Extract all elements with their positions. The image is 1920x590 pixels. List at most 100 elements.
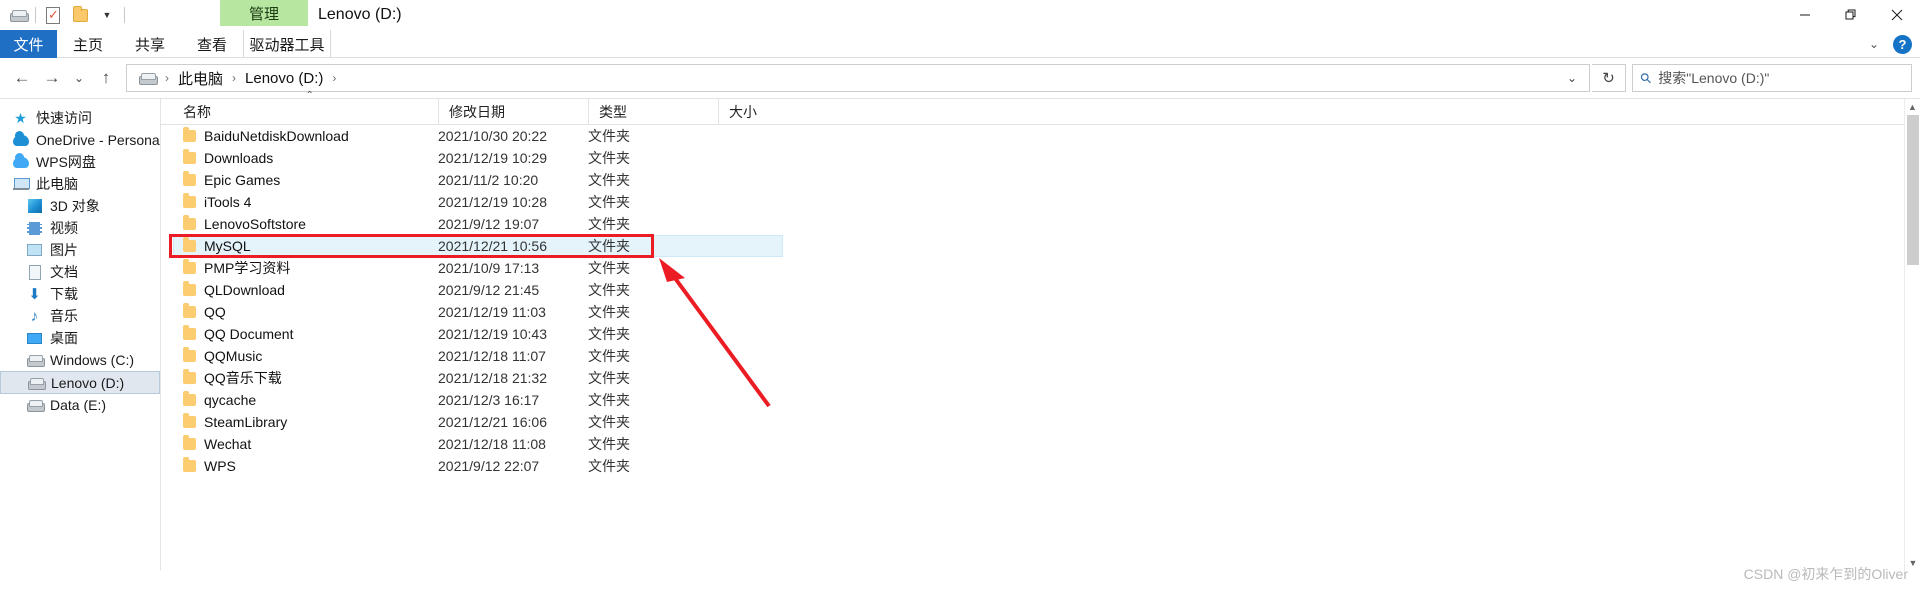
file-name-label: Wechat <box>204 436 252 452</box>
cell-type: 文件夹 <box>588 194 630 210</box>
table-row[interactable]: PMP学习资料 2021/10/9 17:13 文件夹 <box>161 257 1920 279</box>
cell-name[interactable]: PMP学习资料 <box>173 258 438 278</box>
sidebar-item-documents[interactable]: 文档 <box>0 261 160 283</box>
sidebar-item-lenovo-d[interactable]: Lenovo (D:) <box>0 371 160 394</box>
drive-icon[interactable] <box>8 5 29 25</box>
sidebar-item-onedrive[interactable]: OneDrive - Persona <box>0 129 160 151</box>
folder-icon <box>183 325 196 340</box>
cell-name[interactable]: SteamLibrary <box>173 413 438 430</box>
tab-file[interactable]: 文件 <box>0 30 57 58</box>
sidebar-item-music[interactable]: ♪ 音乐 <box>0 305 160 327</box>
cell-name[interactable]: Wechat <box>173 435 438 452</box>
cell-name[interactable]: WPS <box>173 457 438 474</box>
breadcrumb[interactable]: › 此电脑 › Lenovo (D:) › ⌄ <box>126 64 1590 92</box>
vertical-scrollbar[interactable]: ▲ ▼ <box>1904 99 1920 571</box>
sort-ascending-icon: ⌃ <box>305 89 314 101</box>
column-header-type[interactable]: 类型 <box>588 98 718 125</box>
cell-name[interactable]: LenovoSoftstore <box>173 215 438 232</box>
sidebar-item-wps-cloud[interactable]: WPS网盘 <box>0 151 160 173</box>
tab-drive-tools[interactable]: 驱动器工具 <box>243 30 332 58</box>
column-header-size[interactable]: 大小 <box>718 98 808 125</box>
sidebar-item-data-e[interactable]: Data (E:) <box>0 394 160 416</box>
cell-name[interactable]: MySQL <box>173 237 438 254</box>
sidebar-item-label: Lenovo (D:) <box>51 374 125 391</box>
watermark: CSDN @初来乍到的Oliver <box>1743 566 1908 582</box>
table-row[interactable]: iTools 4 2021/12/19 10:28 文件夹 <box>161 191 1920 213</box>
search-input[interactable]: ⚲ 搜索"Lenovo (D:)" <box>1632 64 1912 92</box>
close-icon[interactable] <box>1874 0 1920 30</box>
sidebar-item-quick-access[interactable]: ★ 快速访问 <box>0 107 160 129</box>
cell-type: 文件夹 <box>588 370 630 386</box>
file-list-rows: BaiduNetdiskDownload 2021/10/30 20:22 文件夹 D… <box>161 125 1920 477</box>
help-icon[interactable]: ? <box>1893 34 1912 54</box>
scrollbar-thumb[interactable] <box>1907 115 1919 265</box>
back-button[interactable]: ← <box>8 64 36 92</box>
table-row[interactable]: qycache 2021/12/3 16:17 文件夹 <box>161 389 1920 411</box>
cell-name[interactable]: QQ音乐下载 <box>173 368 438 388</box>
breadcrumb-separator-1[interactable]: › <box>227 71 241 85</box>
cell-name[interactable]: BaiduNetdiskDownload <box>173 127 438 144</box>
table-row[interactable]: QQ音乐下载 2021/12/18 21:32 文件夹 <box>161 367 1920 389</box>
table-row[interactable]: QQ 2021/12/19 11:03 文件夹 <box>161 301 1920 323</box>
breadcrumb-item-this-pc[interactable]: 此电脑 <box>174 66 227 90</box>
scroll-up-icon[interactable]: ▲ <box>1905 99 1920 115</box>
cell-name[interactable]: QLDownload <box>173 281 438 298</box>
table-row[interactable]: LenovoSoftstore 2021/9/12 19:07 文件夹 <box>161 213 1920 235</box>
column-header-date-modified[interactable]: 修改日期 <box>438 98 588 125</box>
properties-icon[interactable] <box>43 5 63 25</box>
table-row[interactable]: WPS 2021/9/12 22:07 文件夹 <box>161 455 1920 477</box>
restore-icon[interactable] <box>1828 0 1874 30</box>
sidebar-item-pictures[interactable]: 图片 <box>0 239 160 261</box>
tab-home[interactable]: 主页 <box>57 30 119 58</box>
cell-name[interactable]: QQ <box>173 303 438 320</box>
folder-icon <box>183 259 196 274</box>
up-button[interactable]: ↑ <box>92 64 120 92</box>
table-row[interactable]: MySQL 2021/12/21 10:56 文件夹 <box>161 235 1920 257</box>
cell-name[interactable]: Downloads <box>173 149 438 166</box>
documents-icon <box>26 264 43 281</box>
ribbon-tab-strip: 文件 主页 共享 查看 驱动器工具 ⌄ ? <box>0 30 1920 58</box>
table-row[interactable]: QQ Document 2021/12/19 10:43 文件夹 <box>161 323 1920 345</box>
breadcrumb-separator-2[interactable]: › <box>327 71 341 85</box>
cell-name[interactable]: QQMusic <box>173 347 438 364</box>
file-name-label: QQMusic <box>204 348 263 364</box>
breadcrumb-drive-icon[interactable] <box>135 66 160 90</box>
sidebar-item-label: WPS网盘 <box>36 154 96 170</box>
file-name-label: iTools 4 <box>204 194 252 210</box>
drive-icon <box>26 397 45 414</box>
table-row[interactable]: Downloads 2021/12/19 10:29 文件夹 <box>161 147 1920 169</box>
breadcrumb-item-lenovo-d[interactable]: Lenovo (D:) <box>241 66 327 90</box>
music-icon: ♪ <box>30 307 39 325</box>
sidebar-item-3d-objects[interactable]: 3D 对象 <box>0 195 160 217</box>
new-folder-icon[interactable] <box>70 5 90 25</box>
table-row[interactable]: QQMusic 2021/12/18 11:07 文件夹 <box>161 345 1920 367</box>
cell-name[interactable]: Epic Games <box>173 171 438 188</box>
table-row[interactable]: QLDownload 2021/9/12 21:45 文件夹 <box>161 279 1920 301</box>
cell-name[interactable]: QQ Document <box>173 325 438 342</box>
table-row[interactable]: Epic Games 2021/11/2 10:20 文件夹 <box>161 169 1920 191</box>
folder-icon <box>183 457 196 472</box>
address-dropdown-icon[interactable]: ⌄ <box>1557 71 1587 85</box>
cell-date-modified: 2021/9/12 19:07 <box>438 216 540 232</box>
cell-name[interactable]: qycache <box>173 391 438 408</box>
cell-name[interactable]: iTools 4 <box>173 193 438 210</box>
tab-share[interactable]: 共享 <box>119 30 181 58</box>
breadcrumb-separator-0[interactable]: › <box>160 71 174 85</box>
table-row[interactable]: Wechat 2021/12/18 11:08 文件夹 <box>161 433 1920 455</box>
tab-view[interactable]: 查看 <box>181 30 243 58</box>
customize-caret-icon[interactable]: ▼ <box>97 5 117 25</box>
column-header-name[interactable]: ⌃ 名称 <box>173 90 438 125</box>
sidebar-item-this-pc[interactable]: 此电脑 <box>0 173 160 195</box>
table-row[interactable]: SteamLibrary 2021/12/21 16:06 文件夹 <box>161 411 1920 433</box>
forward-button[interactable]: → <box>38 64 66 92</box>
chevron-down-icon[interactable]: ⌄ <box>1869 37 1879 51</box>
pictures-icon <box>26 242 43 259</box>
minimize-icon[interactable] <box>1782 0 1828 30</box>
sidebar-item-downloads[interactable]: ⬇ 下载 <box>0 283 160 305</box>
refresh-icon[interactable]: ↻ <box>1592 64 1626 92</box>
recent-locations-button[interactable]: ⌄ <box>68 64 90 92</box>
table-row[interactable]: BaiduNetdiskDownload 2021/10/30 20:22 文件夹 <box>161 125 1920 147</box>
sidebar-item-desktop[interactable]: 桌面 <box>0 327 160 349</box>
sidebar-item-windows-c[interactable]: Windows (C:) <box>0 349 160 371</box>
sidebar-item-videos[interactable]: 视频 <box>0 217 160 239</box>
